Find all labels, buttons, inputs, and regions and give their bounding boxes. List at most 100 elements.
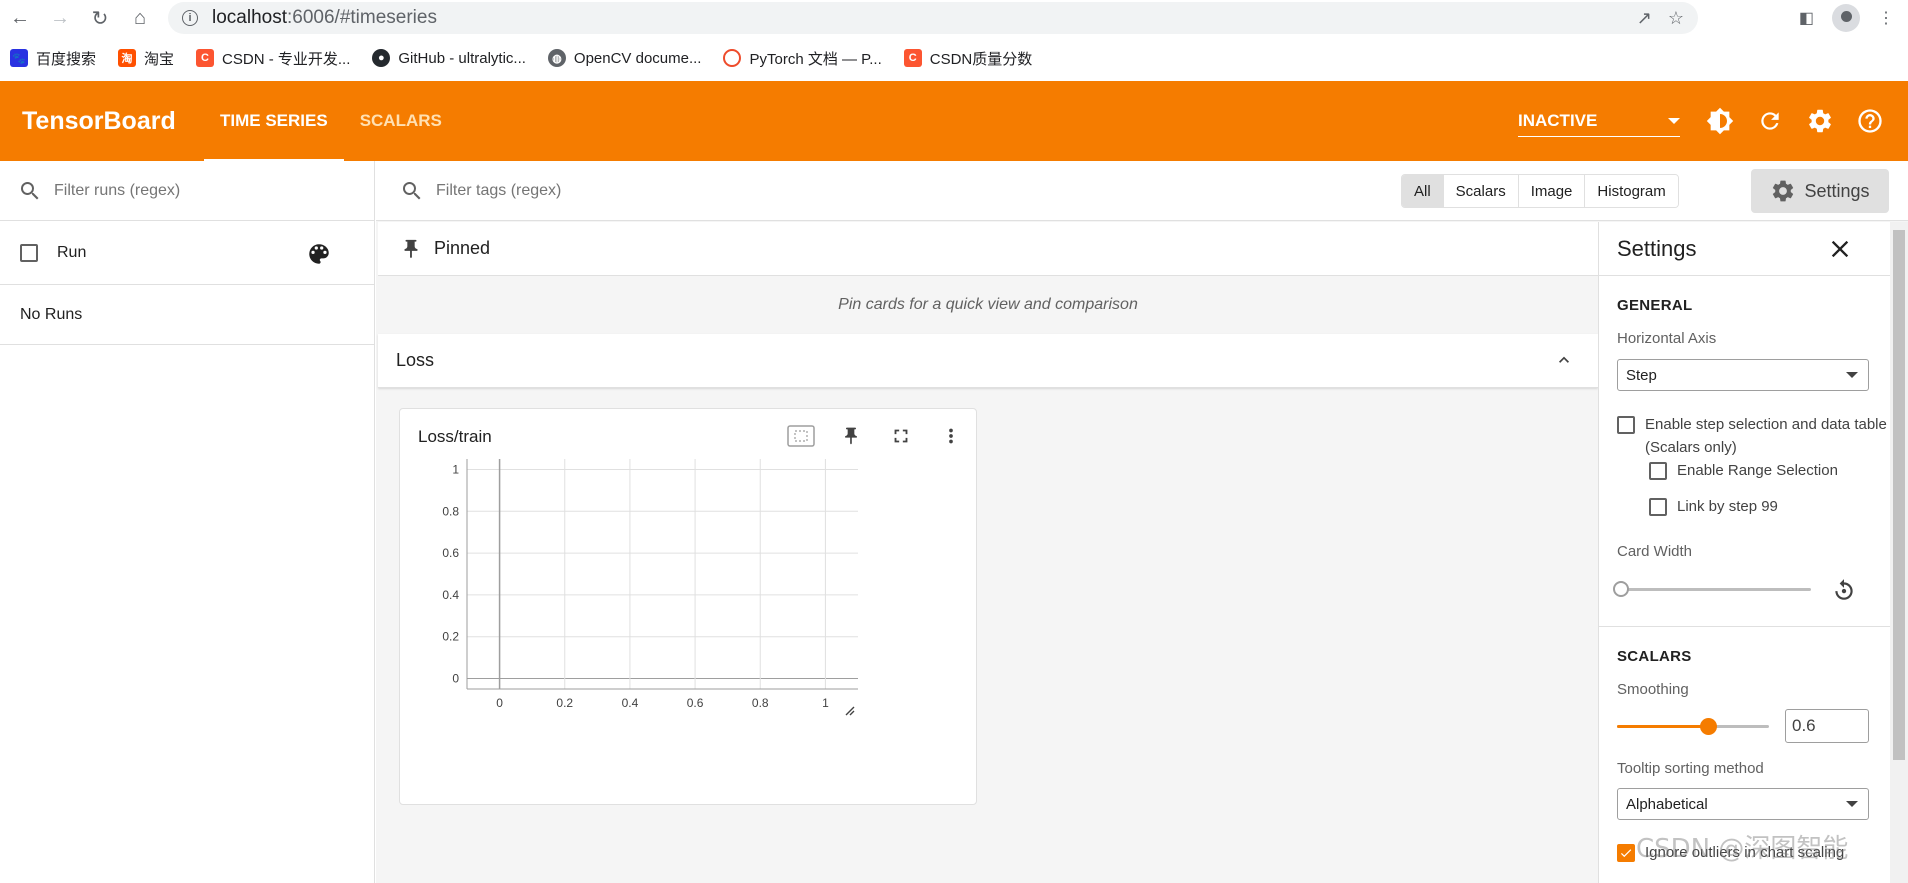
gear-icon[interactable] bbox=[1806, 107, 1834, 135]
forward-icon[interactable]: → bbox=[40, 0, 80, 36]
y-tick-label: 0.4 bbox=[442, 588, 459, 602]
runs-table-header: Run bbox=[0, 221, 374, 285]
horizontal-axis-label: Horizontal Axis bbox=[1617, 330, 1717, 347]
range-selection-option[interactable]: Enable Range Selection bbox=[1649, 459, 1838, 482]
tooltip-sort-select[interactable]: Alphabetical bbox=[1617, 788, 1869, 820]
bookmark-label: CSDN质量分数 bbox=[929, 50, 1033, 68]
runs-filter-input[interactable]: Filter runs (regex) bbox=[54, 182, 180, 200]
main-toolbar: Filter tags (regex) All Scalars Image Hi… bbox=[376, 161, 1908, 221]
general-heading: GENERAL bbox=[1617, 297, 1693, 314]
refresh-icon[interactable] bbox=[1756, 107, 1784, 135]
filter-all-button[interactable]: All bbox=[1402, 175, 1444, 207]
chevron-up-icon[interactable] bbox=[1554, 350, 1574, 370]
gear-icon bbox=[1773, 180, 1794, 202]
fullscreen-icon[interactable] bbox=[886, 421, 916, 451]
bookmark-label: GitHub - ultralytic... bbox=[398, 49, 526, 67]
horizontal-axis-select[interactable]: Step bbox=[1617, 359, 1869, 391]
taobao-icon: 淘 bbox=[118, 49, 137, 67]
tag-filter-input[interactable]: Filter tags (regex) bbox=[436, 182, 561, 200]
home-icon[interactable]: ⌂ bbox=[120, 0, 160, 36]
url-path: :6006/#timeseries bbox=[287, 7, 437, 28]
ignore-outliers-checkbox[interactable] bbox=[1617, 844, 1635, 862]
address-bar[interactable]: i localhost:6006/#timeseries ↗ ☆ bbox=[168, 2, 1698, 34]
no-runs-text: No Runs bbox=[0, 285, 374, 345]
x-tick-label: 0.4 bbox=[622, 696, 639, 710]
range-selection-label: Enable Range Selection bbox=[1677, 462, 1838, 479]
filter-histogram-button[interactable]: Histogram bbox=[1585, 175, 1678, 207]
bookmark-item[interactable]: 🐾 百度搜索 bbox=[10, 48, 96, 69]
select-all-runs-checkbox[interactable] bbox=[20, 243, 38, 262]
fit-domain-icon[interactable] bbox=[786, 421, 816, 451]
tooltip-sort-value: Alphabetical bbox=[1626, 795, 1708, 813]
bookmark-label: PyTorch 文档 — P... bbox=[749, 50, 882, 68]
filter-image-button[interactable]: Image bbox=[1518, 175, 1586, 207]
bookmark-item[interactable]: PyTorch 文档 — P... bbox=[723, 48, 882, 69]
side-panel-icon[interactable]: ◧ bbox=[1799, 8, 1814, 28]
tab-scalars[interactable]: SCALARS bbox=[344, 81, 458, 161]
link-by-step-checkbox[interactable] bbox=[1649, 498, 1667, 516]
x-tick-label: 0.2 bbox=[556, 696, 573, 710]
bookmark-item[interactable]: C CSDN - 专业开发... bbox=[196, 48, 350, 69]
bookmark-item[interactable]: 淘淘宝 bbox=[118, 48, 174, 69]
csdn-icon: C bbox=[903, 49, 922, 67]
scrollbar-thumb[interactable] bbox=[1893, 230, 1905, 760]
settings-scrollbar[interactable] bbox=[1890, 222, 1908, 883]
palette-icon[interactable] bbox=[306, 241, 332, 267]
bookmark-item[interactable]: ◍ OpenCV docume... bbox=[547, 49, 702, 67]
runs-filter[interactable]: Filter runs (regex) bbox=[0, 161, 374, 221]
help-icon[interactable] bbox=[1856, 107, 1884, 135]
tag-filter[interactable]: Filter tags (regex) bbox=[400, 161, 561, 221]
pin-card-icon[interactable] bbox=[836, 421, 866, 451]
filter-scalars-button[interactable]: Scalars bbox=[1443, 175, 1519, 207]
x-tick-label: 0.8 bbox=[752, 696, 769, 710]
resize-handle-icon bbox=[845, 706, 855, 716]
close-icon[interactable] bbox=[1826, 235, 1854, 263]
search-icon bbox=[403, 182, 421, 200]
run-column-header: Run bbox=[57, 243, 87, 261]
link-by-step-option[interactable]: Link by step 99 bbox=[1649, 495, 1778, 518]
share-icon[interactable]: ↗ bbox=[1637, 8, 1652, 29]
smoothing-input[interactable]: 0.6 bbox=[1785, 709, 1869, 743]
x-tick-label: 0.6 bbox=[687, 696, 704, 710]
more-vert-icon[interactable] bbox=[936, 421, 966, 451]
browser-toolbar: ← → ↻ ⌂ i localhost:6006/#timeseries ↗ ☆… bbox=[0, 0, 1908, 36]
pytorch-icon bbox=[723, 49, 742, 67]
watermark-text: CSDN @深图智能 bbox=[1636, 834, 1849, 864]
line-chart[interactable]: 0 0.2 0.4 0.6 0.8 1 0 0.2 0.4 0.6 0.8 1 bbox=[400, 459, 976, 804]
profile-avatar[interactable] bbox=[1832, 4, 1860, 32]
url-host: localhost bbox=[212, 7, 287, 28]
smoothing-slider-thumb[interactable] bbox=[1700, 718, 1718, 735]
bookmark-item[interactable]: ● GitHub - ultralytic... bbox=[372, 49, 526, 67]
theme-toggle-icon[interactable] bbox=[1706, 107, 1734, 135]
runs-panel: Filter runs (regex) Run No Runs bbox=[0, 161, 375, 883]
step-selection-checkbox[interactable] bbox=[1617, 416, 1635, 434]
back-icon[interactable]: ← bbox=[0, 0, 40, 36]
bookmark-star-icon[interactable]: ☆ bbox=[1668, 8, 1684, 29]
group-title: Loss bbox=[396, 350, 435, 370]
tooltip-sort-label: Tooltip sorting method bbox=[1617, 760, 1764, 777]
y-tick-label: 0.8 bbox=[442, 504, 459, 518]
bookmark-label: OpenCV docume... bbox=[573, 49, 702, 67]
y-tick-label: 0 bbox=[452, 672, 459, 686]
tab-time-series[interactable]: TIME SERIES bbox=[204, 81, 344, 161]
bookmark-item[interactable]: C CSDN质量分数 bbox=[903, 48, 1033, 69]
card-width-track[interactable] bbox=[1621, 588, 1811, 591]
settings-panel-title: Settings bbox=[1617, 235, 1697, 261]
reset-icon[interactable] bbox=[1831, 577, 1857, 603]
x-tick-label: 1 bbox=[822, 696, 829, 710]
reload-icon[interactable]: ↻ bbox=[80, 0, 120, 36]
card-width-slider-thumb[interactable] bbox=[1613, 581, 1629, 597]
range-selection-checkbox[interactable] bbox=[1649, 462, 1667, 480]
scalars-heading: SCALARS bbox=[1617, 648, 1692, 665]
settings-button[interactable]: Settings bbox=[1751, 169, 1889, 213]
site-info-icon[interactable]: i bbox=[182, 10, 198, 26]
chevron-down-icon bbox=[1846, 372, 1858, 378]
chevron-down-icon bbox=[1668, 117, 1680, 124]
run-state-select[interactable]: INACTIVE bbox=[1518, 105, 1680, 137]
browser-menu-icon[interactable]: ⋮ bbox=[1878, 8, 1894, 28]
group-header-loss[interactable]: Loss bbox=[378, 334, 1598, 388]
smoothing-label: Smoothing bbox=[1617, 681, 1689, 698]
bookmark-label: CSDN - 专业开发... bbox=[222, 50, 351, 68]
globe-icon: ◍ bbox=[547, 49, 566, 67]
step-selection-option[interactable]: Enable step selection and data table (Sca… bbox=[1617, 413, 1892, 459]
